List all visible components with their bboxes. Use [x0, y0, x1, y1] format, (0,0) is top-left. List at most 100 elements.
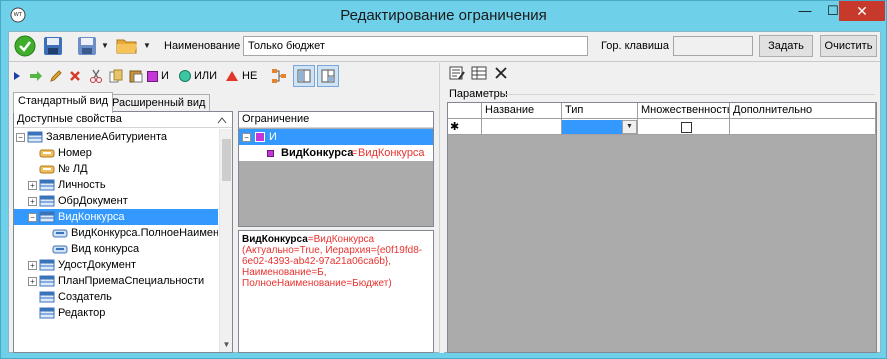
restriction-item-value: ВидКонкурса: [358, 147, 425, 159]
header-collapse-icon[interactable]: [217, 116, 227, 124]
close-button[interactable]: ✕: [839, 1, 885, 21]
paste-icon[interactable]: [129, 67, 143, 85]
delete-x-icon[interactable]: [69, 67, 81, 85]
left-panel: И ИЛИ НЕ Стандартный вид Расширенный вид: [9, 63, 435, 353]
title-bar[interactable]: ᵂᵀ Редактирование ограничения — ☐ ✕: [1, 1, 886, 31]
tree-item[interactable]: № ЛД: [14, 161, 218, 177]
restriction-root-label: И: [269, 131, 277, 143]
name-input[interactable]: [243, 36, 588, 56]
tree-item[interactable]: Вид конкурса: [14, 241, 218, 257]
or-label: ИЛИ: [194, 70, 218, 82]
tree-item-label: ВидКонкурса: [58, 211, 125, 223]
restriction-item[interactable]: ВидКонкурса = ВидКонкурса: [239, 145, 433, 161]
table-icon: [39, 259, 55, 271]
new-row-additional-cell[interactable]: [730, 119, 876, 135]
hotkey-input[interactable]: [673, 36, 753, 56]
tree-item-label: ЗаявлениеАбитуриента: [46, 131, 167, 143]
restriction-root-and[interactable]: − И: [239, 129, 433, 145]
copy-icon[interactable]: [109, 67, 123, 85]
combo-dropdown-arrow-icon[interactable]: ▼: [622, 120, 637, 134]
ok-check-icon[interactable]: [13, 34, 37, 58]
grid-header-additional[interactable]: Дополнительно: [730, 103, 876, 119]
properties-scrollbar[interactable]: ▼: [219, 129, 232, 352]
collapse-icon[interactable]: −: [242, 133, 251, 142]
field-icon: [39, 147, 55, 159]
parameters-grid: Название Тип Множественность Дополнитель…: [447, 102, 877, 353]
minimize-button[interactable]: —: [791, 1, 819, 21]
layout-split-h-icon[interactable]: [317, 65, 339, 87]
open-dropdown-arrow-icon[interactable]: ▼: [143, 34, 151, 58]
scrollbar-thumb[interactable]: [222, 139, 231, 181]
tree-item[interactable]: Номер: [14, 145, 218, 161]
resize-grip-icon[interactable]: ⋰: [868, 341, 878, 351]
tree-item[interactable]: ВидКонкурса.ПолноеНаименова: [14, 225, 218, 241]
tree-item-label: Номер: [58, 147, 92, 159]
save-as-icon[interactable]: [75, 34, 99, 58]
tree-item-label: № ЛД: [58, 163, 88, 175]
structure-icon[interactable]: [271, 67, 287, 85]
tree-item[interactable]: − ЗаявлениеАбитуриента: [14, 129, 218, 145]
or-button[interactable]: ИЛИ: [179, 67, 217, 85]
new-row-name-cell[interactable]: [482, 119, 562, 135]
tab-extended-view[interactable]: Расширенный вид: [107, 94, 211, 112]
tree-item-label: ПланПриемаСпециальности: [58, 275, 205, 287]
grid-header-name[interactable]: Название: [482, 103, 562, 119]
open-folder-icon[interactable]: [115, 34, 139, 58]
layout-split-v-icon[interactable]: [293, 65, 315, 87]
not-label: НЕ: [242, 70, 258, 82]
tree-item-label: Создатель: [58, 291, 112, 303]
type-combobox[interactable]: ▼: [562, 120, 637, 134]
edit-form-icon[interactable]: [447, 63, 467, 83]
collapse-icon[interactable]: −: [28, 213, 37, 222]
expand-icon[interactable]: +: [28, 261, 37, 270]
grid-header-type[interactable]: Тип: [562, 103, 638, 119]
tab-standard-view[interactable]: Стандартный вид: [13, 92, 114, 113]
tree-item-label: Вид конкурса: [71, 243, 140, 255]
tree-item[interactable]: − ВидКонкурса: [14, 209, 218, 225]
edit-pencil-icon[interactable]: [49, 67, 63, 85]
scroll-down-arrow-icon[interactable]: ▼: [220, 338, 233, 351]
description-line-5: ПолноеНаименование=Бюджет): [242, 278, 392, 289]
table-icon: [39, 211, 55, 223]
restriction-description: ВидКонкурса=ВидКонкурса (Актуально=True,…: [238, 230, 434, 353]
table-form-icon[interactable]: [469, 63, 489, 83]
collapse-icon[interactable]: −: [16, 133, 25, 142]
table-icon: [39, 275, 55, 287]
description-line-2: (Актуально=True, Иерархия={e0f19fd8-: [242, 245, 423, 256]
restriction-item-property: ВидКонкурса: [281, 147, 354, 159]
multiplicity-checkbox[interactable]: [681, 122, 692, 133]
tree-item[interactable]: + ОбрДокумент: [14, 193, 218, 209]
client-area: ▼ ▼ Наименование Гор. клавиша Задать Очи…: [8, 31, 881, 353]
table-icon: [39, 291, 55, 303]
toolbar-separator: [9, 61, 880, 62]
set-button[interactable]: Задать: [759, 35, 813, 57]
expand-icon[interactable]: +: [28, 197, 37, 206]
run-arrow-icon[interactable]: [13, 67, 21, 85]
window-title: Редактирование ограничения: [340, 7, 547, 24]
field-link-icon: [52, 243, 68, 255]
panel-splitter[interactable]: [439, 63, 444, 353]
remove-x-icon[interactable]: [491, 63, 511, 83]
tree-item[interactable]: Создатель: [14, 289, 218, 305]
add-arrow-icon[interactable]: [29, 67, 43, 85]
and-button[interactable]: И: [147, 67, 169, 85]
tree-item[interactable]: Редактор: [14, 305, 218, 321]
save-disk-icon[interactable]: [41, 34, 65, 58]
tree-item[interactable]: + Личность: [14, 177, 218, 193]
parameters-toolbar: [445, 63, 880, 85]
expand-icon[interactable]: +: [28, 181, 37, 190]
clear-button[interactable]: Очистить: [820, 35, 877, 57]
name-label: Наименование: [164, 40, 241, 52]
field-icon: [39, 163, 55, 175]
expand-icon[interactable]: +: [28, 277, 37, 286]
tree-item[interactable]: + УдостДокумент: [14, 257, 218, 273]
table-icon: [39, 307, 55, 319]
not-button[interactable]: НЕ: [225, 67, 257, 85]
or-circle-icon: [179, 70, 191, 82]
not-triangle-icon: [226, 71, 238, 81]
main-toolbar: ▼ ▼ Наименование Гор. клавиша Задать Очи…: [9, 32, 880, 60]
grid-header-multiplicity[interactable]: Множественность: [638, 103, 730, 119]
tree-item[interactable]: + ПланПриемаСпециальности: [14, 273, 218, 289]
cut-scissors-icon[interactable]: [89, 67, 103, 85]
save-dropdown-arrow-icon[interactable]: ▼: [101, 34, 109, 58]
